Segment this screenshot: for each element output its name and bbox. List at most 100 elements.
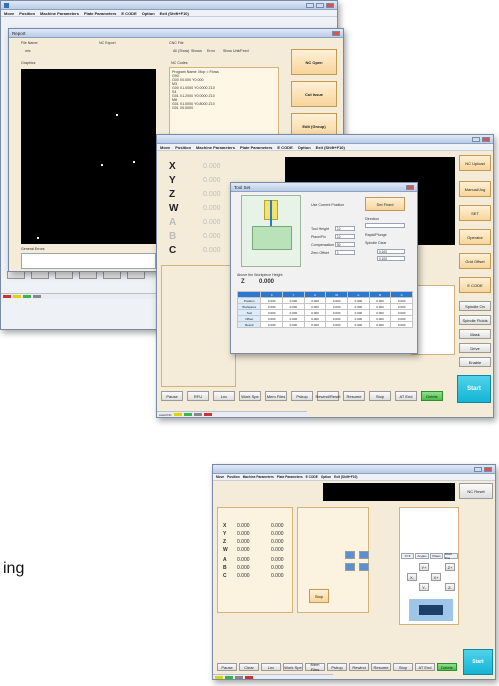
bottom-menu-move[interactable]: Move: [216, 475, 224, 479]
mid-close-icon[interactable]: [482, 136, 490, 142]
spindle-clear-check[interactable]: Spindle Clear: [365, 241, 387, 245]
offset-table[interactable]: XYZWABC Position 0.000 0.000 0.000 0.000 0.00…: [236, 291, 413, 328]
mid-bottom-pause[interactable]: Pause: [161, 391, 183, 401]
b-bottom-clear[interactable]: Clear: [239, 663, 259, 671]
direction-select[interactable]: [365, 223, 405, 228]
mid-titlebar[interactable]: [157, 135, 493, 144]
mid-menu-position[interactable]: Position: [175, 145, 191, 150]
menu-item-machine[interactable]: Machine Parameters: [40, 11, 79, 16]
side-btn-enable[interactable]: Enable: [459, 357, 491, 367]
mid-bottom-mem-files[interactable]: Mem Files: [265, 391, 287, 401]
rapid-plunge-check[interactable]: Rapid/Plunge: [365, 233, 387, 237]
bottom-start-button[interactable]: Start: [463, 649, 493, 675]
menu-item-move[interactable]: Move: [4, 11, 14, 16]
table-cell[interactable]: 0.000: [368, 321, 392, 328]
zero-offset-input[interactable]: 1: [335, 250, 355, 255]
menu-item-position[interactable]: Position: [19, 11, 35, 16]
bottom-btn-1[interactable]: [31, 271, 49, 279]
bottom-menu-ecode[interactable]: E CODE: [306, 475, 318, 479]
close-icon[interactable]: [326, 2, 334, 8]
minimize-icon[interactable]: [306, 2, 314, 8]
place-fix-input[interactable]: 10: [335, 234, 355, 239]
cut-issue-button[interactable]: Cut Issue: [291, 81, 337, 107]
menu-item-plate[interactable]: Plate Parameters: [84, 11, 116, 16]
nc-reset-button[interactable]: NC Reset: [459, 483, 493, 499]
tab-work-pos[interactable]: Work Pos: [444, 552, 458, 560]
bottom-close-icon[interactable]: [484, 466, 492, 472]
mid-start-button[interactable]: Start: [457, 375, 491, 403]
jog-preset-3[interactable]: [345, 563, 355, 571]
side-btn-set[interactable]: SET: [459, 205, 491, 221]
jog-z-plus[interactable]: Z+: [445, 563, 455, 571]
bottom-minimize-icon[interactable]: [474, 466, 482, 472]
side-btn-manual-jog[interactable]: Manual/Jog: [459, 181, 491, 197]
jog-preset-4[interactable]: [359, 563, 369, 571]
mid-bottom-delete[interactable]: Delete: [421, 391, 443, 401]
bottom-menu-option[interactable]: Option: [321, 475, 331, 479]
b-bottom-resume[interactable]: Resume: [371, 663, 391, 671]
jog-preset-1[interactable]: [345, 551, 355, 559]
bottom-btn-3[interactable]: [79, 271, 97, 279]
y-offset-input[interactable]: 0.100: [377, 256, 405, 261]
side-btn-spindle-fluids[interactable]: Spindle Fluids: [459, 315, 491, 325]
b-bottom-stop[interactable]: Stop: [393, 663, 413, 671]
table-cell[interactable]: 0.000: [347, 321, 370, 328]
jog-y-plus[interactable]: Y+: [419, 563, 429, 571]
dialog-titlebar[interactable]: Tool Set: [231, 183, 417, 192]
bottom-titlebar[interactable]: [213, 465, 495, 474]
side-btn-nc-upload[interactable]: NC Upload: [459, 155, 491, 171]
jog-stop-button[interactable]: Stop: [309, 589, 329, 603]
b-bottom-lnc[interactable]: Lnc: [261, 663, 281, 671]
jog-preset-2[interactable]: [359, 551, 369, 559]
radio-all[interactable]: All (Show): [173, 49, 189, 53]
b-bottom-delete[interactable]: Delete: [437, 663, 457, 671]
side-btn-mask[interactable]: Mask: [459, 329, 491, 339]
mid-menu-plate[interactable]: Plate Parameters: [240, 145, 272, 150]
side-btn-grid-offset[interactable]: Grid Offset: [459, 253, 491, 269]
main-window-titlebar[interactable]: [1, 1, 337, 10]
mid-menu-ecode[interactable]: E CODE: [277, 145, 292, 150]
mid-menu-machine[interactable]: Machine Parameters: [196, 145, 235, 150]
bottom-btn-0[interactable]: [7, 271, 25, 279]
mid-bottom-rfu[interactable]: RFU: [187, 391, 209, 401]
menu-item-option[interactable]: Option: [142, 11, 155, 16]
report-close-icon[interactable]: [332, 30, 340, 36]
side-btn-ecode[interactable]: E CODE: [459, 277, 491, 293]
bottom-menu-exit[interactable]: Exit (Shift+F10): [334, 475, 357, 479]
bottom-btn-4[interactable]: [103, 271, 121, 279]
table-cell[interactable]: 0.000: [325, 321, 349, 328]
side-btn-drive[interactable]: Drive: [459, 343, 491, 353]
mid-bottom-stop[interactable]: Stop: [369, 391, 391, 401]
side-btn-operator[interactable]: Operator: [459, 229, 491, 245]
radio-shows[interactable]: Shows: [191, 49, 202, 53]
table-row[interactable]: Result 0.000 0.000 0.000 0.000 0.000 0.000 0.00…: [236, 321, 413, 328]
mid-bottom-rewind[interactable]: Rewind/Reset: [316, 391, 340, 401]
mid-bottom-at-end[interactable]: AT End: [395, 391, 417, 401]
table-cell[interactable]: 0.000: [282, 321, 305, 328]
tab-xyz[interactable]: XYZ: [401, 553, 414, 559]
bottom-menu-machine[interactable]: Machine Parameters: [243, 475, 274, 479]
use-current-position[interactable]: Use Current Position: [311, 203, 344, 207]
bottom-btn-2[interactable]: [55, 271, 73, 279]
graphics-canvas[interactable]: [21, 69, 156, 244]
table-cell[interactable]: 0.000: [303, 321, 327, 328]
table-cell[interactable]: 0.000: [390, 321, 413, 328]
mid-menu-exit[interactable]: Exit (Shift+F10): [316, 145, 345, 150]
mid-bottom-lnc[interactable]: Lnc: [213, 391, 235, 401]
mid-bottom-resume[interactable]: Resume: [343, 391, 365, 401]
bottom-menu-position[interactable]: Position: [227, 475, 240, 479]
mid-bottom-work-spe[interactable]: Work Spe: [239, 391, 261, 401]
b-bottom-rewind[interactable]: Rewind: [349, 663, 369, 671]
tab-angles[interactable]: Angles: [415, 553, 429, 559]
nc-open-button[interactable]: NC Open: [291, 49, 337, 75]
b-bottom-at-end[interactable]: AT End: [415, 663, 435, 671]
b-bottom-mem-files[interactable]: Mem Files: [305, 662, 325, 672]
table-cell[interactable]: 0.000: [260, 321, 284, 328]
general-errors-box[interactable]: [21, 253, 156, 269]
mid-menu-move[interactable]: Move: [160, 145, 170, 150]
menu-item-ecode[interactable]: E CODE: [121, 11, 136, 16]
tool-height-input[interactable]: 10: [335, 226, 355, 231]
bottom-menu-plate[interactable]: Plate Parameters: [277, 475, 303, 479]
jog-x-minus[interactable]: X-: [407, 573, 417, 581]
radio-unit-feed[interactable]: Show Unit/Feed: [223, 49, 249, 53]
